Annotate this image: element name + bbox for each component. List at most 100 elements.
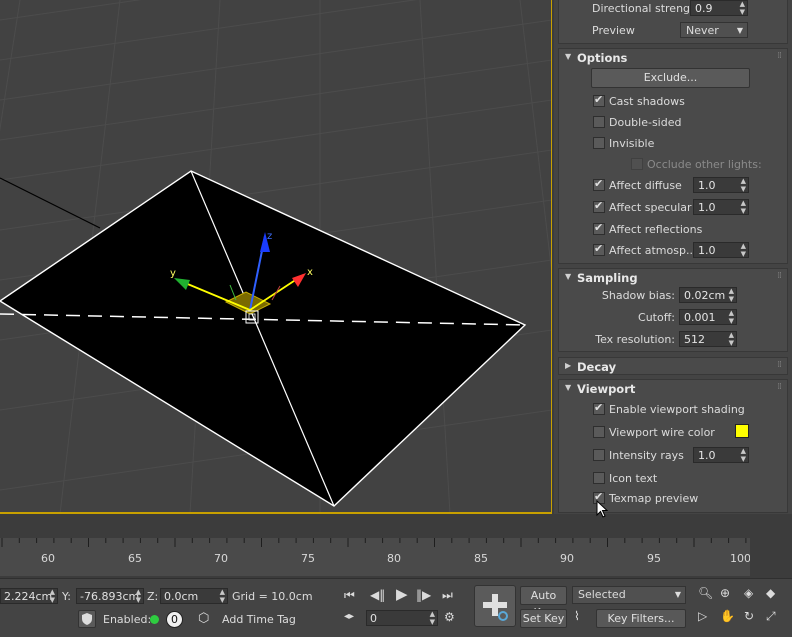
selection-set-value: Selected bbox=[578, 588, 626, 601]
drag-grip-icon[interactable]: ⁞⁞ bbox=[777, 271, 782, 281]
preview-label: Preview bbox=[592, 24, 635, 37]
spinner-arrows-icon[interactable]: ▲ ▼ bbox=[740, 0, 745, 16]
zoom-extents-icon[interactable]: ◈ bbox=[744, 586, 753, 600]
spinner-arrows-icon[interactable]: ▲ ▼ bbox=[729, 287, 734, 303]
enabled-count-badge: 0 bbox=[166, 611, 183, 628]
affect-specular-value: 1.0 bbox=[698, 201, 716, 214]
affect-reflections-checkbox[interactable] bbox=[593, 221, 605, 235]
spinner-arrows-icon[interactable]: ▲ ▼ bbox=[741, 177, 746, 193]
drag-grip-icon[interactable]: ⁞⁞ bbox=[777, 51, 782, 61]
tex-resolution-spinner[interactable]: 512 ▲ ▼ bbox=[679, 331, 737, 347]
play-icon[interactable]: ▶ bbox=[396, 585, 408, 603]
key-filters-button[interactable]: Key Filters... bbox=[596, 609, 686, 628]
affect-atmosp-spinner[interactable]: 1.0 ▲ ▼ bbox=[693, 242, 749, 258]
collapse-triangle-icon[interactable]: ▼ bbox=[565, 383, 571, 392]
affect-atmosp-value: 1.0 bbox=[698, 244, 716, 257]
icon-text-checkbox[interactable] bbox=[593, 472, 605, 484]
double-sided-checkbox[interactable] bbox=[593, 116, 605, 128]
wire-color-swatch[interactable] bbox=[735, 424, 749, 438]
intensity-rays-checkbox[interactable] bbox=[593, 449, 605, 461]
set-key-button[interactable]: Set Key bbox=[520, 609, 567, 628]
intensity-rays-spinner[interactable]: 1.0 ▲ ▼ bbox=[693, 447, 749, 463]
pan-hand-icon[interactable]: ✋ bbox=[720, 609, 735, 623]
invisible-checkbox[interactable] bbox=[593, 137, 605, 149]
icon-text-label: Icon text bbox=[609, 472, 658, 485]
selection-set-dropdown[interactable]: Selected ▼ bbox=[572, 586, 686, 604]
go-to-end-icon[interactable]: ⏭ bbox=[442, 588, 453, 603]
zoom-icon[interactable]: 🔍︎ bbox=[698, 586, 713, 600]
affect-diffuse-value: 1.0 bbox=[698, 179, 716, 192]
time-tag-icon[interactable]: ⬡ bbox=[198, 611, 209, 626]
x-axis-label: x bbox=[307, 267, 313, 278]
maximize-viewport-icon[interactable]: ⤢ bbox=[766, 609, 776, 624]
spinner-arrows-icon[interactable]: ▲ ▼ bbox=[50, 588, 55, 604]
z-coordinate-field[interactable]: 0.0cm ▲ ▼ bbox=[160, 588, 228, 604]
spinner-arrows-icon[interactable]: ▲ ▼ bbox=[741, 242, 746, 258]
timeline-tick-label: 80 bbox=[387, 552, 401, 565]
orbit-icon[interactable]: ↻ bbox=[744, 609, 754, 623]
shadow-bias-spinner[interactable]: 0.02cm ▲ ▼ bbox=[679, 287, 737, 303]
tex-resolution-label: Tex resolution: bbox=[595, 333, 675, 346]
default-in-out-tangents-icon[interactable]: ⌇ bbox=[574, 609, 580, 623]
affect-specular-spinner[interactable]: 1.0 ▲ ▼ bbox=[693, 199, 749, 215]
go-to-start-icon[interactable]: ⏮ bbox=[344, 588, 355, 603]
invisible-label: Invisible bbox=[609, 137, 655, 150]
collapse-triangle-icon[interactable]: ▼ bbox=[565, 272, 571, 281]
rollout-title-decay[interactable]: Decay bbox=[577, 360, 616, 374]
zoom-extents-all-icon[interactable]: ◆ bbox=[766, 586, 775, 600]
expand-triangle-icon[interactable]: ▶ bbox=[565, 361, 571, 370]
timeline-end-area bbox=[750, 538, 792, 576]
affect-atmosp-checkbox[interactable] bbox=[593, 242, 605, 256]
timeline-tick-label: 60 bbox=[41, 552, 55, 565]
directional-strength-value: 0.9 bbox=[695, 2, 713, 15]
affect-diffuse-checkbox[interactable] bbox=[593, 177, 605, 191]
zoom-all-icon[interactable]: ⊕ bbox=[720, 586, 730, 600]
collapse-triangle-icon[interactable]: ▼ bbox=[565, 52, 571, 61]
field-of-view-icon[interactable]: ▷ bbox=[698, 609, 707, 623]
adaptive-degradation-button[interactable] bbox=[78, 610, 96, 628]
shield-icon bbox=[82, 613, 92, 625]
z-coordinate-label: Z: bbox=[147, 590, 159, 603]
spinner-arrows-icon[interactable]: ▲ ▼ bbox=[430, 610, 435, 626]
rollout-title-viewport[interactable]: Viewport bbox=[577, 382, 635, 396]
set-keys-button[interactable] bbox=[474, 585, 516, 627]
spinner-arrows-icon[interactable]: ▲ ▼ bbox=[741, 199, 746, 215]
next-frame-icon[interactable]: ‖▶ bbox=[416, 588, 431, 602]
drag-grip-icon[interactable]: ⁞⁞ bbox=[777, 360, 782, 370]
previous-frame-icon[interactable]: ◀‖ bbox=[370, 588, 385, 602]
cutoff-value: 0.001 bbox=[684, 311, 716, 324]
rollout-decay[interactable]: ▶ Decay ⁞⁞ bbox=[558, 357, 788, 375]
spinner-arrows-icon[interactable]: ▲ ▼ bbox=[729, 309, 734, 325]
exclude-button[interactable]: Exclude... bbox=[591, 68, 750, 88]
intensity-rays-label: Intensity rays bbox=[609, 449, 684, 462]
rollout-title-options[interactable]: Options bbox=[577, 51, 627, 65]
cutoff-spinner[interactable]: 0.001 ▲ ▼ bbox=[679, 309, 737, 325]
directional-strength-spinner[interactable]: 0.9 ▲ ▼ bbox=[690, 0, 748, 16]
enable-viewport-shading-checkbox[interactable] bbox=[593, 401, 605, 415]
timeline-tick-label: 65 bbox=[128, 552, 142, 565]
spinner-arrows-icon[interactable]: ▲ ▼ bbox=[741, 447, 746, 463]
time-configuration-icon[interactable]: ⚙ bbox=[444, 610, 455, 624]
auto-key-button[interactable]: Auto Key bbox=[520, 586, 567, 619]
key-plus-icon bbox=[483, 594, 508, 621]
rollout-title-sampling[interactable]: Sampling bbox=[577, 271, 638, 285]
cutoff-label: Cutoff: bbox=[638, 311, 675, 324]
preview-dropdown[interactable]: Never ▼ bbox=[680, 22, 748, 38]
current-frame-field[interactable]: 0 ▲ ▼ bbox=[366, 610, 438, 626]
timeline-tick-label: 95 bbox=[647, 552, 661, 565]
double-sided-label: Double-sided bbox=[609, 116, 682, 129]
affect-diffuse-spinner[interactable]: 1.0 ▲ ▼ bbox=[693, 177, 749, 193]
y-coordinate-field[interactable]: -76.893cm ▲ ▼ bbox=[76, 588, 144, 604]
affect-specular-checkbox[interactable] bbox=[593, 199, 605, 213]
key-mode-toggle-icon[interactable]: ◂▸ bbox=[344, 611, 354, 622]
perspective-viewport[interactable]: z x y bbox=[0, 0, 552, 514]
viewport-wire-color-checkbox[interactable] bbox=[593, 426, 605, 438]
add-time-tag-button[interactable]: Add Time Tag bbox=[222, 613, 296, 626]
drag-grip-icon[interactable]: ⁞⁞ bbox=[777, 382, 782, 392]
command-panel: Directional strength 0.9 ▲ ▼ Preview Neve… bbox=[554, 0, 792, 514]
cast-shadows-checkbox[interactable] bbox=[593, 93, 605, 107]
spinner-arrows-icon[interactable]: ▲ ▼ bbox=[136, 588, 141, 604]
spinner-arrows-icon[interactable]: ▲ ▼ bbox=[729, 331, 734, 347]
spinner-arrows-icon[interactable]: ▲ ▼ bbox=[220, 588, 225, 604]
x-coordinate-field[interactable]: 2.224cm ▲ ▼ bbox=[0, 588, 58, 604]
